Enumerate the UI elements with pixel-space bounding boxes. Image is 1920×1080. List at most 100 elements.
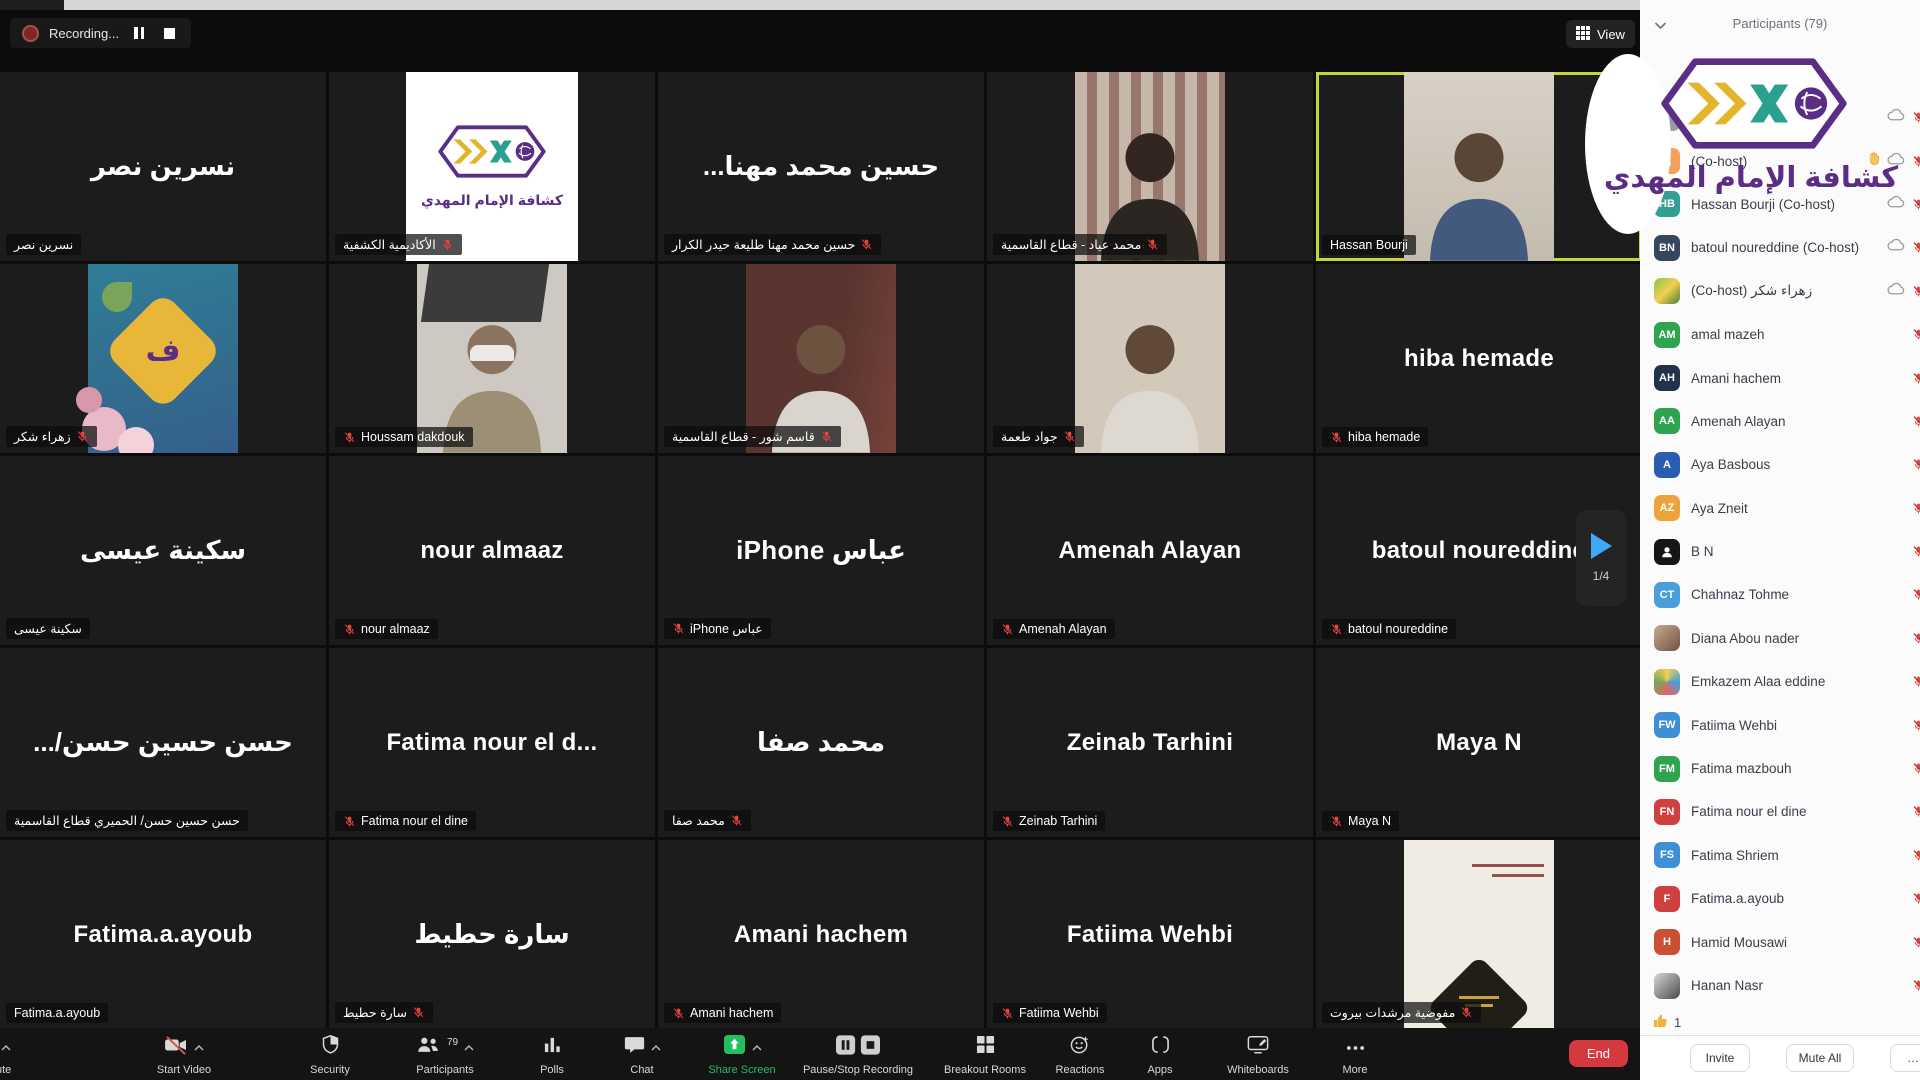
participant-row[interactable]: زهراء شكر (Co-host) bbox=[1640, 270, 1920, 313]
next-page-arrow-icon[interactable] bbox=[1591, 533, 1612, 559]
muted-mic-icon[interactable] bbox=[1912, 155, 1920, 168]
video-tile[interactable]: حسين محمد مهنا...حسين محمد مهنا طليعة حي… bbox=[658, 72, 984, 261]
video-tile[interactable]: Hassan Bourji bbox=[1316, 72, 1642, 261]
muted-mic-icon[interactable] bbox=[1912, 849, 1920, 862]
muted-mic-icon[interactable] bbox=[1912, 936, 1920, 949]
participant-row[interactable]: CTChahnaz Tohme bbox=[1640, 573, 1920, 616]
participant-row[interactable]: B N bbox=[1640, 530, 1920, 573]
participant-row[interactable]: FWFatiima Wehbi bbox=[1640, 703, 1920, 746]
video-tile[interactable]: مفوضية مرشدات بيروت bbox=[1316, 840, 1642, 1029]
next-page-control[interactable]: 1/4 bbox=[1576, 510, 1626, 606]
muted-mic-icon[interactable] bbox=[1912, 328, 1920, 341]
muted-mic-icon[interactable] bbox=[1912, 502, 1920, 515]
muted-mic-icon[interactable] bbox=[1912, 588, 1920, 601]
participant-video bbox=[1075, 264, 1225, 453]
video-tile[interactable]: Houssam dakdouk bbox=[329, 264, 655, 453]
video-tile[interactable]: Amani hachemAmani hachem bbox=[658, 840, 984, 1029]
muted-mic-icon[interactable] bbox=[1912, 545, 1920, 558]
muted-mic-icon[interactable] bbox=[1912, 719, 1920, 732]
participant-video bbox=[1404, 72, 1554, 261]
participant-row[interactable]: AAya Basbous bbox=[1640, 443, 1920, 486]
tile-display-name: محمد صفا bbox=[658, 648, 984, 837]
participant-row[interactable]: Hanan Nasr bbox=[1640, 964, 1920, 1007]
video-tile[interactable]: نسرين نصرنسرين نصر bbox=[0, 72, 326, 261]
participant-row[interactable]: FSFatima Shriem bbox=[1640, 834, 1920, 877]
muted-mic-icon[interactable] bbox=[1912, 805, 1920, 818]
muted-mic-icon[interactable] bbox=[1912, 675, 1920, 688]
video-tile[interactable]: جواد طعمة bbox=[987, 264, 1313, 453]
participant-row[interactable]: HBHassan Bourji (Co-host) bbox=[1640, 183, 1920, 226]
toolbar-unmute-button[interactable]: Unmute bbox=[0, 1035, 57, 1076]
chevron-up-icon[interactable] bbox=[1, 1038, 11, 1056]
participant-row[interactable]: (Host, me) bbox=[1640, 96, 1920, 139]
video-tile[interactable]: حسن حسين حسن/...حسن حسين حسن/ الحميري قط… bbox=[0, 648, 326, 837]
participant-row[interactable]: AMamal mazeh bbox=[1640, 313, 1920, 356]
tile-name-label: مفوضية مرشدات بيروت bbox=[1330, 1005, 1455, 1020]
muted-mic-icon bbox=[343, 431, 356, 444]
muted-mic-icon[interactable] bbox=[1912, 458, 1920, 471]
toolbar-start-video-button[interactable]: Start Video bbox=[119, 1035, 249, 1076]
tile-name-chip: Hassan Bourji bbox=[1322, 235, 1416, 255]
tile-name-label: Amani hachem bbox=[690, 1006, 773, 1020]
avatar: BN bbox=[1654, 235, 1680, 261]
chevron-up-icon[interactable] bbox=[194, 1038, 204, 1056]
tile-name-label: Houssam dakdouk bbox=[361, 430, 465, 444]
muted-mic-icon[interactable] bbox=[1912, 762, 1920, 775]
muted-mic-icon[interactable] bbox=[1912, 241, 1920, 254]
video-tile[interactable]: Zeinab TarhiniZeinab Tarhini bbox=[987, 648, 1313, 837]
end-meeting-button[interactable]: End bbox=[1569, 1040, 1628, 1067]
video-tile[interactable]: محمد عياد - قطاع القاسمية bbox=[987, 72, 1313, 261]
participant-row[interactable]: FMFatima mazbouh bbox=[1640, 747, 1920, 790]
mute-all-button[interactable]: Mute All bbox=[1786, 1044, 1854, 1072]
video-tile[interactable]: Amenah AlayanAmenah Alayan bbox=[987, 456, 1313, 645]
video-tile[interactable]: Fatima.a.ayoubFatima.a.ayoub bbox=[0, 840, 326, 1029]
toolbar-share-screen-button[interactable]: Share Screen bbox=[677, 1035, 807, 1076]
participant-row[interactable]: HHamid Mousawi bbox=[1640, 920, 1920, 963]
participant-row[interactable]: BNbatoul noureddine (Co-host) bbox=[1640, 226, 1920, 269]
muted-mic-icon[interactable] bbox=[1912, 415, 1920, 428]
video-tile[interactable]: سارة حطيطسارة حطيط bbox=[329, 840, 655, 1029]
muted-mic-icon[interactable] bbox=[1912, 892, 1920, 905]
participant-row[interactable]: Emkazem Alaa eddine bbox=[1640, 660, 1920, 703]
toolbar-more-button[interactable]: More bbox=[1290, 1035, 1420, 1076]
video-tile[interactable]: nour almaaznour almaaz bbox=[329, 456, 655, 645]
toolbar-item-label: Chat bbox=[630, 1064, 653, 1076]
participant-row[interactable]: AHAmani hachem bbox=[1640, 356, 1920, 399]
panel-more-button[interactable]: … bbox=[1890, 1044, 1920, 1072]
muted-mic-icon bbox=[441, 238, 454, 251]
muted-mic-icon bbox=[1063, 430, 1076, 443]
toolbar-pause-stop-recording-button[interactable]: Pause/Stop Recording bbox=[793, 1035, 923, 1076]
participant-row[interactable]: Diana Abou nader bbox=[1640, 617, 1920, 660]
toolbar-security-button[interactable]: Security bbox=[265, 1035, 395, 1076]
participant-row[interactable]: ن(Co-host) bbox=[1640, 139, 1920, 182]
muted-mic-icon[interactable] bbox=[1912, 372, 1920, 385]
participant-row[interactable]: FNFatima nour el dine bbox=[1640, 790, 1920, 833]
muted-mic-icon[interactable] bbox=[1912, 285, 1920, 298]
video-tile[interactable]: Fatima nour el d...Fatima nour el dine bbox=[329, 648, 655, 837]
chevron-up-icon[interactable] bbox=[464, 1038, 474, 1056]
video-tile[interactable]: سكينة عيسىسكينة عيسى bbox=[0, 456, 326, 645]
pause-recording-button[interactable] bbox=[129, 23, 149, 43]
muted-mic-icon[interactable] bbox=[1912, 198, 1920, 211]
video-tile[interactable]: عباس iPhoneعباس iPhone bbox=[658, 456, 984, 645]
muted-mic-icon[interactable] bbox=[1912, 979, 1920, 992]
avatar: F bbox=[1654, 886, 1680, 912]
tile-name-chip: Amani hachem bbox=[664, 1003, 781, 1023]
invite-button[interactable]: Invite bbox=[1690, 1044, 1750, 1072]
chevron-up-icon[interactable] bbox=[651, 1038, 661, 1056]
participant-row[interactable]: AAAmenah Alayan bbox=[1640, 400, 1920, 443]
video-tile[interactable]: قاسم شور - قطاع القاسمية bbox=[658, 264, 984, 453]
video-tile[interactable]: فزهراء شكر bbox=[0, 264, 326, 453]
view-button[interactable]: View bbox=[1566, 20, 1635, 48]
video-tile[interactable]: Maya NMaya N bbox=[1316, 648, 1642, 837]
muted-mic-icon[interactable] bbox=[1912, 111, 1920, 124]
video-tile[interactable]: كشافة الإمام المهديالأكاديمية الكشفية bbox=[329, 72, 655, 261]
video-tile[interactable]: hiba hemadehiba hemade bbox=[1316, 264, 1642, 453]
stop-recording-button[interactable] bbox=[159, 23, 179, 43]
chevron-up-icon[interactable] bbox=[752, 1038, 762, 1056]
participant-row[interactable]: AZAya Zneit bbox=[1640, 487, 1920, 530]
muted-mic-icon[interactable] bbox=[1912, 632, 1920, 645]
participant-row[interactable]: FFatima.a.ayoub bbox=[1640, 877, 1920, 920]
video-tile[interactable]: محمد صفامحمد صفا bbox=[658, 648, 984, 837]
video-tile[interactable]: Fatiima WehbiFatiima Wehbi bbox=[987, 840, 1313, 1029]
